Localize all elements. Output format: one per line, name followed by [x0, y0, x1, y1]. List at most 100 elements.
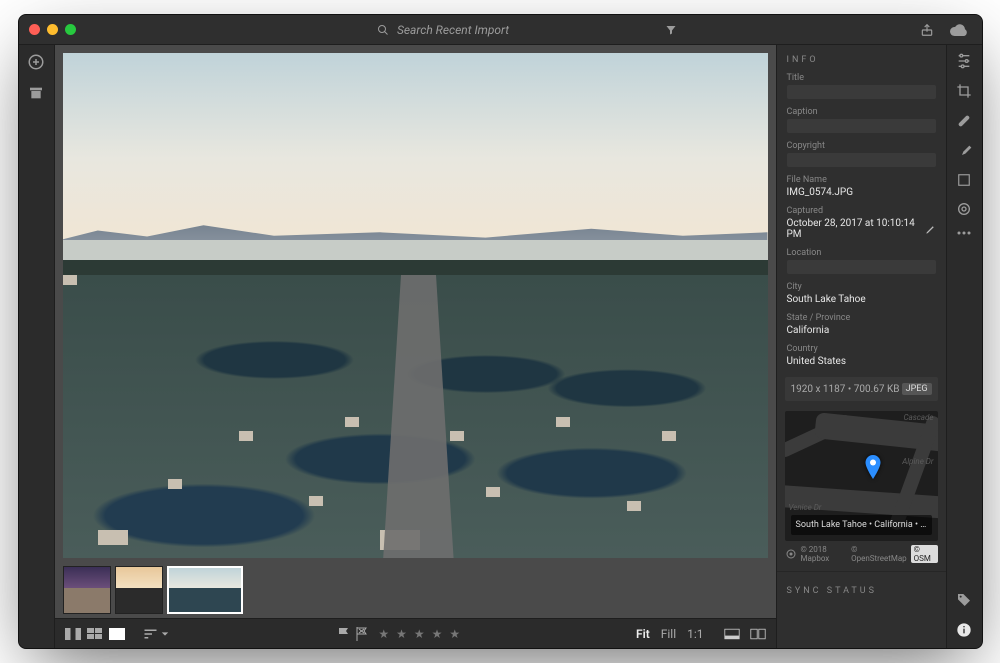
- info-button[interactable]: [956, 622, 972, 638]
- edit-sliders-button[interactable]: [956, 53, 972, 69]
- map-street-1: Cascade: [903, 413, 933, 422]
- minimize-window-button[interactable]: [47, 24, 58, 35]
- captured-label: Captured: [787, 206, 936, 216]
- map-caption: South Lake Tahoe • California • U…: [791, 515, 932, 535]
- country-label: Country: [787, 344, 936, 354]
- sort-icon: [143, 628, 161, 640]
- pencil-icon: [925, 224, 936, 235]
- cloud-sync-button[interactable]: [947, 23, 971, 37]
- main-image: [63, 53, 768, 558]
- captured-value: October 28, 2017 at 10:10:14 PM: [787, 218, 925, 240]
- zoom-fit-button[interactable]: Fit: [632, 627, 654, 641]
- compare-button[interactable]: [750, 628, 766, 640]
- titlebar: Search Recent Import: [19, 15, 982, 45]
- traffic-lights: [29, 24, 76, 35]
- flag-icon: [338, 627, 350, 641]
- state-value: California: [787, 325, 936, 336]
- view-grid-small-button[interactable]: [65, 628, 81, 640]
- flag-reject-button[interactable]: [356, 627, 368, 641]
- brush-icon: [956, 143, 972, 159]
- archive-icon: [28, 85, 44, 101]
- library-button[interactable]: [28, 85, 44, 101]
- filmstrip: [55, 562, 776, 618]
- rating-stars[interactable]: ★ ★ ★ ★ ★: [378, 627, 462, 641]
- bandage-icon: [956, 113, 972, 129]
- sliders-icon: [956, 53, 972, 69]
- caption-input[interactable]: [787, 119, 936, 133]
- brush-button[interactable]: [956, 143, 972, 159]
- edit-captured-button[interactable]: [925, 224, 936, 235]
- copyright-label: Copyright: [787, 141, 936, 151]
- city-value: South Lake Tahoe: [787, 294, 936, 305]
- keywords-button[interactable]: [956, 592, 972, 608]
- left-rail: [19, 45, 55, 648]
- bottom-toolbar: ★ ★ ★ ★ ★ Fit Fill 1:1: [55, 618, 776, 648]
- map-street-2: Alpine Dr: [902, 457, 933, 466]
- filename-label: File Name: [787, 175, 936, 185]
- show-original-button[interactable]: [724, 628, 740, 640]
- center-area: ★ ★ ★ ★ ★ Fit Fill 1:1: [55, 45, 776, 648]
- target-icon: [785, 548, 797, 560]
- heal-button[interactable]: [956, 113, 972, 129]
- funnel-icon: [665, 24, 677, 36]
- rectangle-icon: [724, 628, 740, 640]
- sync-section-title: SYNC STATUS: [777, 576, 946, 602]
- map-attrib-osm-badge: © OSM: [911, 545, 938, 563]
- zoom-controls: Fit Fill 1:1: [632, 627, 708, 641]
- location-input[interactable]: [787, 260, 936, 274]
- map-attribution: © 2018 Mapbox © OpenStreetMap © OSM: [777, 541, 946, 567]
- dimensions-row: 1920 x 1187 • 700.67 KB JPEG: [785, 377, 938, 401]
- search-field[interactable]: Search Recent Import: [308, 20, 578, 40]
- search-icon: [377, 24, 389, 36]
- sort-button[interactable]: [143, 628, 169, 640]
- dimensions-value: 1920 x 1187: [791, 384, 846, 395]
- location-map[interactable]: Cascade Alpine Dr Venice Dr South Lake T…: [785, 411, 938, 541]
- filesize-value: 700.67 KB: [854, 384, 900, 395]
- share-button[interactable]: [915, 23, 939, 37]
- image-canvas[interactable]: [63, 53, 768, 558]
- state-label: State / Province: [787, 313, 936, 323]
- add-photos-button[interactable]: [27, 53, 45, 71]
- tool-rail: [946, 45, 982, 648]
- linear-gradient-button[interactable]: [957, 173, 971, 187]
- info-panel: INFO Title Caption Copyright File Name I…: [776, 45, 946, 648]
- radial-gradient-button[interactable]: [956, 201, 972, 217]
- share-icon: [920, 23, 934, 37]
- search-placeholder: Search Recent Import: [397, 23, 509, 37]
- map-reset-button[interactable]: [785, 548, 797, 560]
- filetype-badge: JPEG: [902, 383, 932, 395]
- thumbnail-1[interactable]: [63, 566, 111, 614]
- view-grid-large-button[interactable]: [87, 628, 103, 640]
- filter-button[interactable]: [659, 24, 683, 36]
- location-label: Location: [787, 248, 936, 258]
- cloud-icon: [950, 23, 968, 37]
- thumbnail-2[interactable]: [115, 566, 163, 614]
- zoom-fill-button[interactable]: Fill: [657, 627, 680, 641]
- zoom-window-button[interactable]: [65, 24, 76, 35]
- city-label: City: [787, 282, 936, 292]
- info-icon: [956, 622, 972, 638]
- more-tools-button[interactable]: [957, 231, 971, 235]
- crop-icon: [956, 83, 972, 99]
- plus-circle-icon: [27, 53, 45, 71]
- square-icon: [957, 173, 971, 187]
- flag-x-icon: [356, 627, 368, 641]
- copyright-input[interactable]: [787, 153, 936, 167]
- title-label: Title: [787, 73, 936, 83]
- ellipsis-icon: [957, 231, 971, 235]
- map-pin: [864, 455, 882, 479]
- flag-pick-button[interactable]: [338, 627, 350, 641]
- info-section-title: INFO: [777, 45, 946, 71]
- close-window-button[interactable]: [29, 24, 40, 35]
- tag-icon: [956, 592, 972, 608]
- crop-button[interactable]: [956, 83, 972, 99]
- title-input[interactable]: [787, 85, 936, 99]
- zoom-1to1-button[interactable]: 1:1: [683, 627, 707, 641]
- map-attrib-mapbox: © 2018 Mapbox: [801, 545, 848, 563]
- view-single-button[interactable]: [109, 628, 125, 640]
- caption-label: Caption: [787, 107, 936, 117]
- thumbnail-3-selected[interactable]: [167, 566, 243, 614]
- filename-value: IMG_0574.JPG: [787, 187, 936, 198]
- pin-icon: [864, 455, 882, 479]
- map-attrib-osm: © OpenStreetMap: [851, 545, 907, 563]
